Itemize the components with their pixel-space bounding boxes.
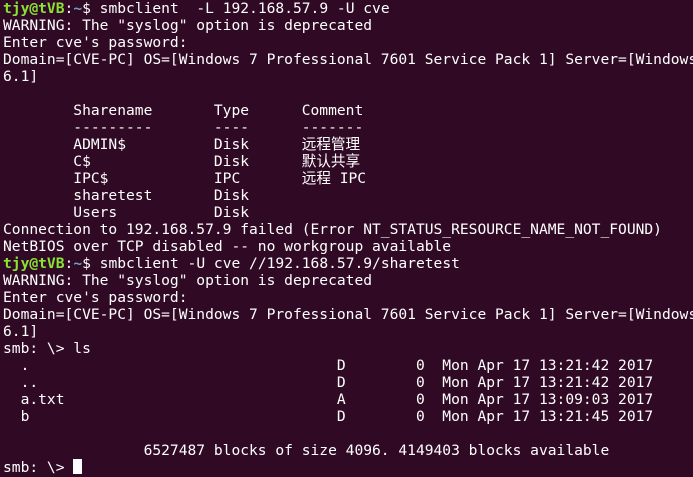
prompt-separator: : <box>64 255 74 272</box>
output-line: Connection to 192.168.57.9 failed (Error… <box>3 221 662 238</box>
output-line: IPC$ IPC 远程 IPC <box>3 170 367 187</box>
prompt-separator: : <box>64 0 74 17</box>
current-input-line: smb: \> <box>3 459 693 476</box>
prompt-path: ~ <box>73 255 83 272</box>
output-line: . D 0 Mon Apr 17 13:21:42 2017 <box>3 357 654 374</box>
output-line: 6.1] <box>3 323 39 340</box>
prompt-line: tjy@tVB:~$ smbclient -L 192.168.57.9 -U … <box>3 0 693 17</box>
prompt-path: ~ <box>73 0 83 17</box>
output-line: smb: \> ls <box>3 340 91 357</box>
output-line: ADMIN$ Disk 远程管理 <box>3 136 361 153</box>
output-line: a.txt A 0 Mon Apr 17 13:09:03 2017 <box>3 391 654 408</box>
output-line: Sharename Type Comment <box>3 102 364 119</box>
prompt-user-host: tjy@tVB <box>3 0 65 17</box>
output-line: Users Disk <box>3 204 250 221</box>
output-line: Enter cve's password: <box>3 289 188 306</box>
text-cursor[interactable] <box>73 459 83 474</box>
output-line: 6527487 blocks of size 4096. 4149403 blo… <box>3 442 610 459</box>
smb-prompt: smb: \> <box>3 459 74 476</box>
terminal-window[interactable]: tjy@tVB:~$ smbclient -L 192.168.57.9 -U … <box>0 0 693 477</box>
prompt-user-host: tjy@tVB <box>3 255 65 272</box>
output-line: Domain=[CVE-PC] OS=[Windows 7 Profession… <box>3 51 693 68</box>
output-line: C$ Disk 默认共享 <box>3 153 361 170</box>
output-line: --------- ---- ------- <box>3 119 364 136</box>
output-line: WARNING: The "syslog" option is deprecat… <box>3 272 373 289</box>
output-line: b D 0 Mon Apr 17 13:21:45 2017 <box>3 408 654 425</box>
output-line: Domain=[CVE-PC] OS=[Windows 7 Profession… <box>3 306 693 323</box>
output-line: WARNING: The "syslog" option is deprecat… <box>3 17 373 34</box>
command-text: $ smbclient -L 192.168.57.9 -U cve <box>82 0 390 17</box>
output-line: .. D 0 Mon Apr 17 13:21:42 2017 <box>3 374 654 391</box>
output-line: 6.1] <box>3 68 39 85</box>
prompt-line: tjy@tVB:~$ smbclient -U cve //192.168.57… <box>3 255 693 272</box>
command-text: $ smbclient -U cve //192.168.57.9/sharet… <box>82 255 460 272</box>
output-line: Enter cve's password: <box>3 34 188 51</box>
output-line: sharetest Disk <box>3 187 250 204</box>
output-line: NetBIOS over TCP disabled -- no workgrou… <box>3 238 452 255</box>
